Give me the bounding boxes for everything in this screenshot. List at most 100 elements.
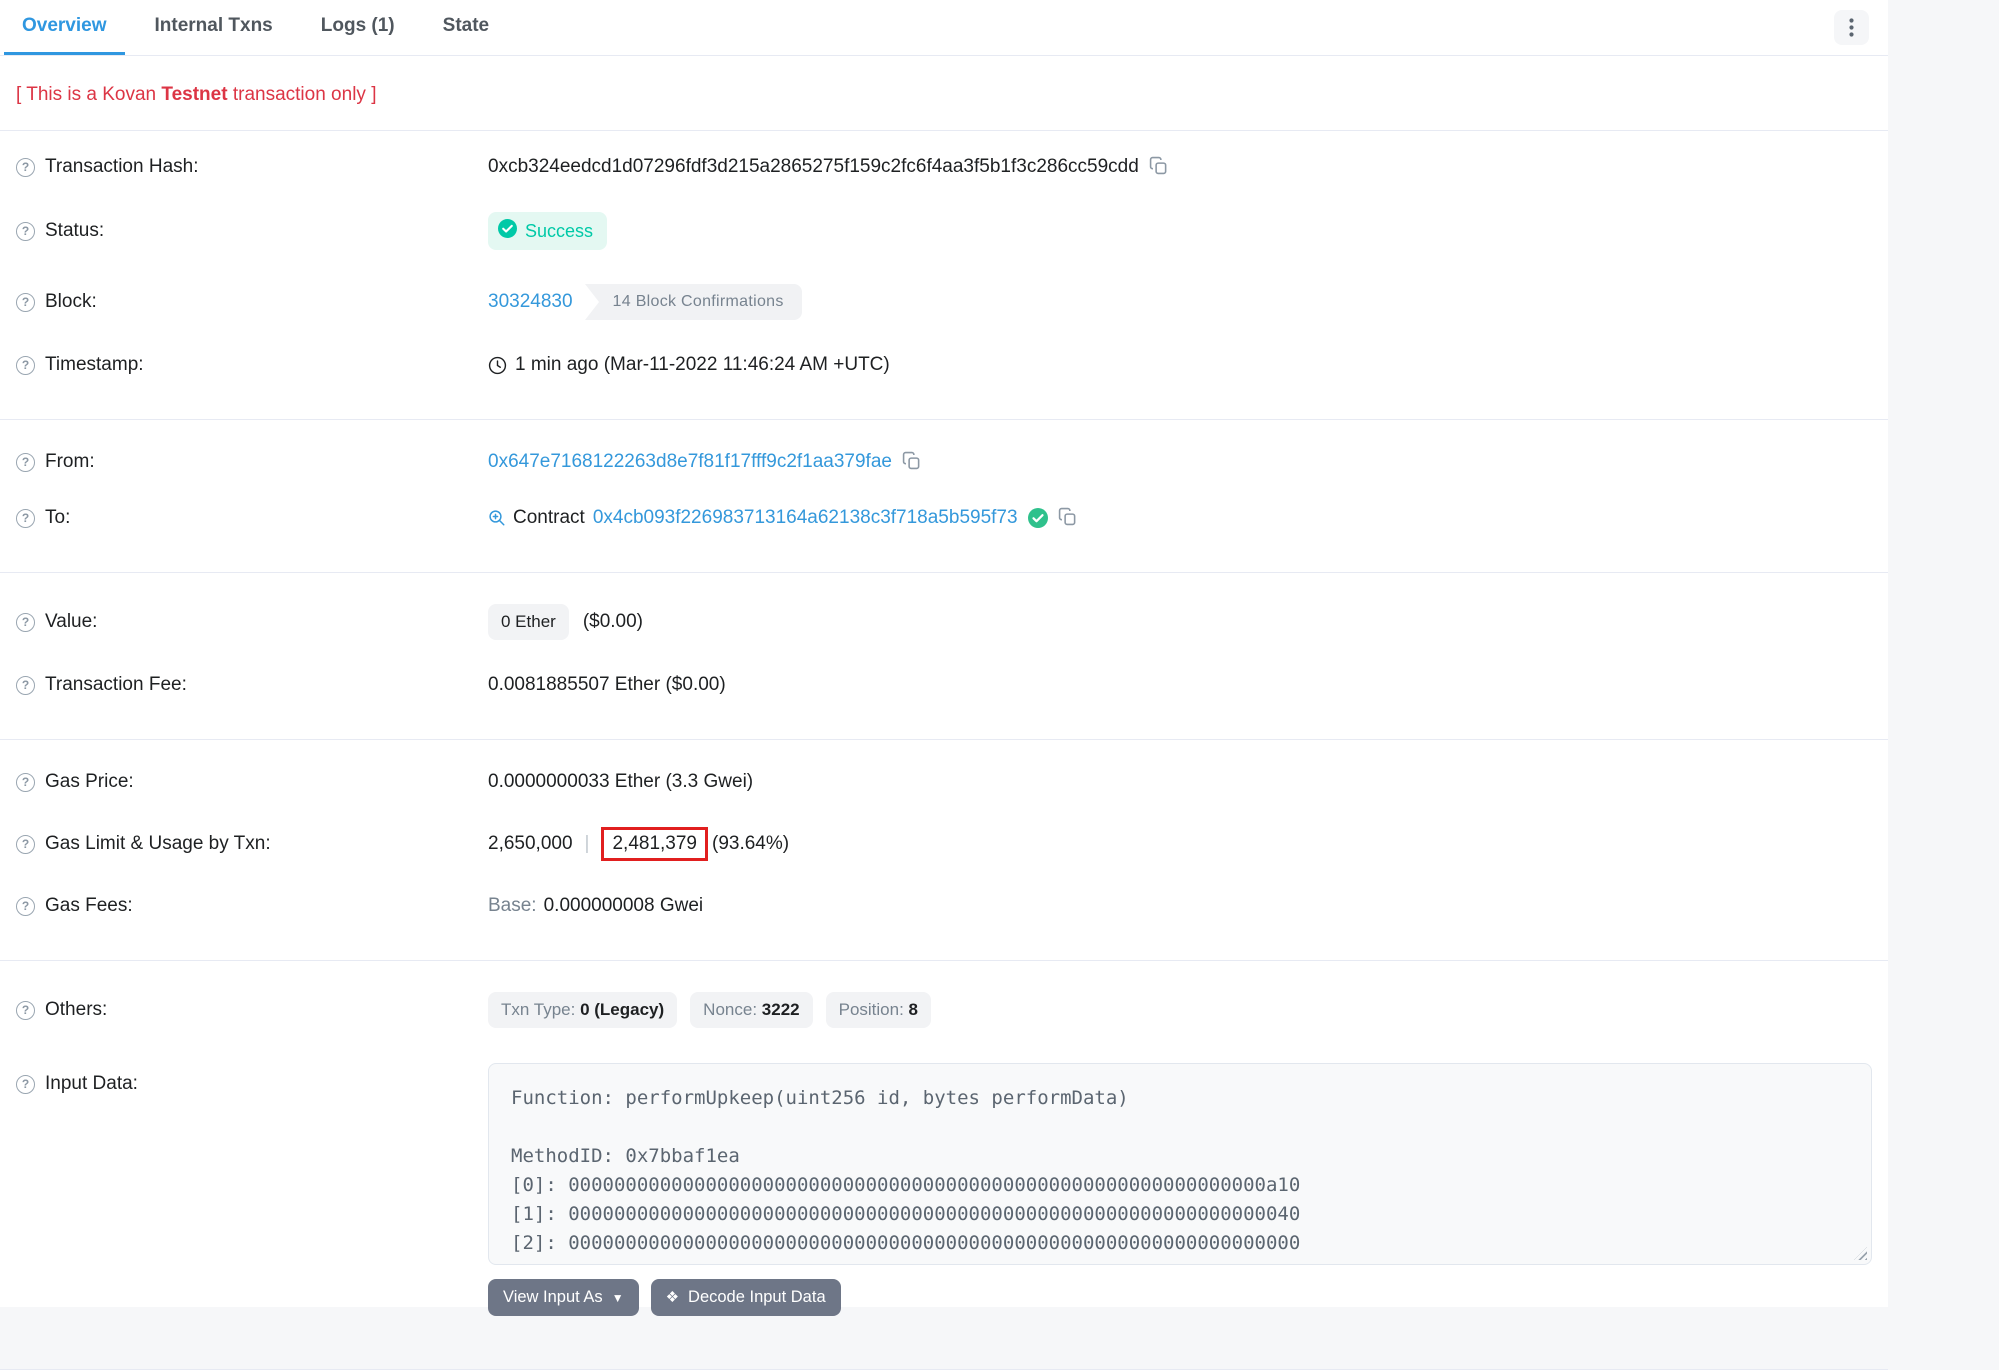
to-address-link[interactable]: 0x4cb093f226983713164a62138c3f718a5b595f… bbox=[593, 507, 1018, 529]
gas-fees-base-value: 0.000000008 Gwei bbox=[544, 895, 704, 917]
banner-suffix: transaction only ] bbox=[228, 84, 377, 105]
help-icon[interactable]: ? bbox=[16, 676, 35, 695]
copy-hash-button[interactable] bbox=[1149, 156, 1168, 178]
transaction-hash-label: Transaction Hash: bbox=[45, 156, 198, 178]
help-icon[interactable]: ? bbox=[16, 293, 35, 312]
row-value: ? Value: 0 Ether ($0.00) bbox=[16, 587, 1872, 657]
row-gas-limit-usage: ? Gas Limit & Usage by Txn: 2,650,000 | … bbox=[16, 810, 1872, 878]
copy-icon bbox=[1058, 507, 1077, 529]
timestamp-label: Timestamp: bbox=[45, 354, 144, 376]
row-others: ? Others: Txn Type: 0 (Legacy) Nonce: 32… bbox=[16, 975, 1872, 1045]
row-gas-fees: ? Gas Fees: Base: 0.000000008 Gwei bbox=[16, 878, 1872, 934]
gas-price-label: Gas Price: bbox=[45, 771, 134, 793]
check-circle-icon bbox=[498, 219, 517, 243]
status-value: Success bbox=[525, 221, 593, 242]
help-icon[interactable]: ? bbox=[16, 613, 35, 632]
gas-limit-label: Gas Limit & Usage by Txn: bbox=[45, 833, 271, 855]
to-type-label: Contract bbox=[513, 507, 585, 529]
tab-internal-txns[interactable]: Internal Txns bbox=[137, 0, 291, 55]
tab-overview[interactable]: Overview bbox=[4, 0, 125, 55]
decode-input-data-button[interactable]: ❖ Decode Input Data bbox=[651, 1279, 841, 1316]
row-timestamp: ? Timestamp: 1 min ago (Mar-11-2022 11:4… bbox=[16, 337, 1872, 393]
input-function-line: Function: performUpkeep(uint256 id, byte… bbox=[511, 1084, 1849, 1113]
help-icon[interactable]: ? bbox=[16, 773, 35, 792]
transaction-detail-card: Overview Internal Txns Logs (1) State [ … bbox=[0, 0, 1888, 1307]
row-transaction-fee: ? Transaction Fee: 0.0081885507 Ether ($… bbox=[16, 657, 1872, 713]
gas-limit-value: 2,650,000 bbox=[488, 833, 573, 855]
timestamp-value: 1 min ago (Mar-11-2022 11:46:24 AM +UTC) bbox=[515, 354, 890, 376]
nonce-badge: Nonce: 3222 bbox=[690, 992, 812, 1028]
input-word-0: [0]: 00000000000000000000000000000000000… bbox=[511, 1171, 1849, 1200]
txn-type-badge: Txn Type: 0 (Legacy) bbox=[488, 992, 677, 1028]
transaction-fee-label: Transaction Fee: bbox=[45, 674, 187, 696]
tab-bar: Overview Internal Txns Logs (1) State bbox=[0, 0, 1888, 56]
section-parties: ? From: 0x647e7168122263d8e7f81f17fff9c2… bbox=[0, 420, 1888, 573]
gas-price-value: 0.0000000033 Ether (3.3 Gwei) bbox=[488, 771, 753, 793]
input-data-label: Input Data: bbox=[45, 1073, 138, 1095]
copy-icon bbox=[1149, 156, 1168, 178]
transaction-hash-value: 0xcb324eedcd1d07296fdf3d215a2865275f159c… bbox=[488, 156, 1139, 178]
gas-fees-label: Gas Fees: bbox=[45, 895, 133, 917]
help-icon[interactable]: ? bbox=[16, 158, 35, 177]
banner-prefix: [ This is a Kovan bbox=[16, 84, 161, 105]
help-icon[interactable]: ? bbox=[16, 897, 35, 916]
block-number-link[interactable]: 30324830 bbox=[488, 291, 573, 313]
gas-used-value: 2,481,379 bbox=[612, 833, 697, 854]
vertical-ellipsis-icon bbox=[1849, 18, 1854, 37]
row-input-data: ? Input Data: Function: performUpkeep(ui… bbox=[16, 1045, 1872, 1333]
more-options-button[interactable] bbox=[1834, 10, 1869, 45]
section-gas: ? Gas Price: 0.0000000033 Ether (3.3 Gwe… bbox=[0, 740, 1888, 961]
input-word-1: [1]: 00000000000000000000000000000000000… bbox=[511, 1200, 1849, 1229]
copy-from-button[interactable] bbox=[902, 451, 921, 473]
help-icon[interactable]: ? bbox=[16, 509, 35, 528]
row-from: ? From: 0x647e7168122263d8e7f81f17fff9c2… bbox=[16, 434, 1872, 490]
input-word-2: [2]: 00000000000000000000000000000000000… bbox=[511, 1229, 1849, 1258]
clock-icon bbox=[488, 356, 507, 375]
gas-separator: | bbox=[585, 833, 590, 855]
testnet-banner: [ This is a Kovan Testnet transaction on… bbox=[0, 56, 1888, 131]
block-label: Block: bbox=[45, 291, 97, 313]
zoom-in-icon[interactable] bbox=[488, 509, 506, 527]
value-amount-badge: 0 Ether bbox=[488, 604, 569, 640]
help-icon[interactable]: ? bbox=[16, 222, 35, 241]
to-label: To: bbox=[45, 507, 70, 529]
transaction-fee-value: 0.0081885507 Ether ($0.00) bbox=[488, 674, 726, 696]
input-data-textarea[interactable]: Function: performUpkeep(uint256 id, byte… bbox=[488, 1063, 1872, 1265]
gas-used-annotation-box: 2,481,379 bbox=[601, 827, 708, 861]
value-usd: ($0.00) bbox=[583, 611, 643, 633]
row-block: ? Block: 30324830 14 Block Confirmations bbox=[16, 267, 1872, 337]
section-value: ? Value: 0 Ether ($0.00) ? Transaction F… bbox=[0, 573, 1888, 740]
value-label: Value: bbox=[45, 611, 97, 633]
help-icon[interactable]: ? bbox=[16, 835, 35, 854]
help-icon[interactable]: ? bbox=[16, 453, 35, 472]
help-icon[interactable]: ? bbox=[16, 356, 35, 375]
verified-check-circle-icon bbox=[1028, 508, 1048, 528]
help-icon[interactable]: ? bbox=[16, 1001, 35, 1020]
section-other: ? Others: Txn Type: 0 (Legacy) Nonce: 32… bbox=[0, 961, 1888, 1370]
caret-down-icon: ▼ bbox=[612, 1292, 624, 1304]
input-methodid-line: MethodID: 0x7bbaf1ea bbox=[511, 1142, 1849, 1171]
section-summary: ? Transaction Hash: 0xcb324eedcd1d07296f… bbox=[0, 131, 1888, 420]
resize-handle[interactable] bbox=[1854, 1247, 1867, 1260]
row-transaction-hash: ? Transaction Hash: 0xcb324eedcd1d07296f… bbox=[16, 139, 1872, 195]
copy-icon bbox=[902, 451, 921, 473]
view-input-as-button[interactable]: View Input As ▼ bbox=[488, 1279, 639, 1316]
gas-used-percent: (93.64%) bbox=[712, 833, 789, 855]
others-label: Others: bbox=[45, 999, 107, 1021]
block-confirmations-badge: 14 Block Confirmations bbox=[585, 284, 802, 320]
from-label: From: bbox=[45, 451, 95, 473]
row-to: ? To: Contract 0x4cb093f226983713164a621… bbox=[16, 490, 1872, 546]
row-gas-price: ? Gas Price: 0.0000000033 Ether (3.3 Gwe… bbox=[16, 754, 1872, 810]
status-badge: Success bbox=[488, 212, 607, 250]
tab-logs[interactable]: Logs (1) bbox=[303, 0, 413, 55]
decode-icon: ❖ bbox=[666, 1290, 679, 1305]
help-icon[interactable]: ? bbox=[16, 1075, 35, 1094]
row-status: ? Status: Success bbox=[16, 195, 1872, 267]
position-badge: Position: 8 bbox=[826, 992, 931, 1028]
tab-state[interactable]: State bbox=[425, 0, 507, 55]
from-address-link[interactable]: 0x647e7168122263d8e7f81f17fff9c2f1aa379f… bbox=[488, 451, 892, 473]
banner-network: Testnet bbox=[161, 84, 227, 105]
status-label: Status: bbox=[45, 220, 104, 242]
copy-to-button[interactable] bbox=[1058, 507, 1077, 529]
gas-fees-base-label: Base: bbox=[488, 895, 537, 917]
